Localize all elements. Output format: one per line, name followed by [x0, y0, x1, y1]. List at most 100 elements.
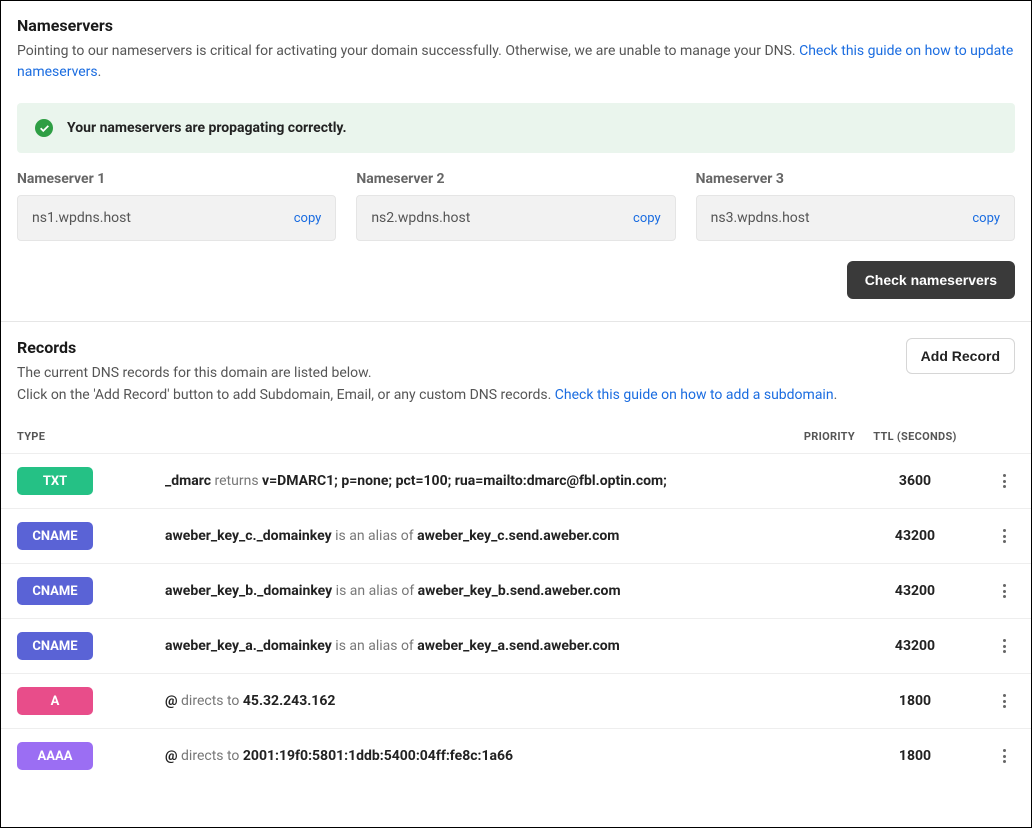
header-ttl: TTL (SECONDS) — [855, 430, 975, 443]
record-name: _dmarc — [165, 473, 211, 489]
record-actions — [975, 470, 1015, 492]
record-type-badge: CNAME — [17, 522, 93, 550]
record-content: @ directs to 2001:19f0:5801:1ddb:5400:04… — [129, 748, 765, 764]
record-content: @ directs to 45.32.243.162 — [129, 693, 765, 709]
record-ttl: 3600 — [855, 473, 975, 489]
record-ttl: 1800 — [855, 693, 975, 709]
record-type-cell: A — [17, 687, 129, 715]
record-name: aweber_key_c._domainkey — [165, 528, 332, 544]
record-ttl: 43200 — [855, 583, 975, 599]
nameserver-2: Nameserver 2 ns2.wpdns.host copy — [356, 171, 675, 241]
record-row: A @ directs to 45.32.243.162 1800 — [1, 673, 1031, 728]
record-type-cell: CNAME — [17, 522, 129, 550]
record-ttl: 43200 — [855, 528, 975, 544]
record-type-cell: TXT — [17, 467, 129, 495]
record-type-badge: CNAME — [17, 632, 93, 660]
record-verb: is an alias of — [332, 638, 417, 654]
record-value: aweber_key_a.send.aweber.com — [417, 638, 620, 654]
record-verb: directs to — [178, 693, 243, 709]
records-table-body: TXT _dmarc returns v=DMARC1; p=none; pct=… — [1, 453, 1031, 783]
record-actions — [975, 690, 1015, 712]
record-value: 45.32.243.162 — [243, 693, 336, 709]
kebab-menu-icon[interactable] — [993, 690, 1015, 712]
records-title: Records — [17, 338, 837, 357]
record-ttl: 1800 — [855, 748, 975, 764]
record-actions — [975, 525, 1015, 547]
record-verb: returns — [211, 473, 262, 489]
nameservers-desc-text: Pointing to our nameservers is critical … — [17, 43, 799, 59]
record-verb: is an alias of — [332, 583, 417, 599]
nameserver-1-box: ns1.wpdns.host copy — [17, 195, 336, 241]
nameservers-section: Nameservers Pointing to our nameservers … — [1, 1, 1031, 321]
record-value: 2001:19f0:5801:1ddb:5400:04ff:fe8c:1a66 — [243, 748, 513, 764]
record-row: CNAME aweber_key_b._domainkey is an alias… — [1, 563, 1031, 618]
records-header: Records The current DNS records for this… — [1, 322, 1031, 418]
record-type-badge: CNAME — [17, 577, 93, 605]
records-line2: Click on the 'Add Record' button to add … — [17, 385, 837, 407]
kebab-menu-icon[interactable] — [993, 635, 1015, 657]
record-verb: is an alias of — [332, 528, 417, 544]
nameserver-3: Nameserver 3 ns3.wpdns.host copy — [696, 171, 1015, 241]
record-name: @ — [165, 693, 178, 709]
header-priority: PRIORITY — [765, 430, 855, 443]
nameserver-3-box: ns3.wpdns.host copy — [696, 195, 1015, 241]
nameserver-1: Nameserver 1 ns1.wpdns.host copy — [17, 171, 336, 241]
nameserver-2-copy[interactable]: copy — [633, 211, 661, 226]
record-content: aweber_key_a._domainkey is an alias of a… — [129, 638, 765, 654]
record-value: aweber_key_c.send.aweber.com — [417, 528, 619, 544]
kebab-menu-icon[interactable] — [993, 525, 1015, 547]
record-value: aweber_key_b.send.aweber.com — [418, 583, 621, 599]
record-type-badge: A — [17, 687, 93, 715]
add-record-button[interactable]: Add Record — [906, 338, 1015, 374]
nameservers-description: Pointing to our nameservers is critical … — [17, 41, 1015, 83]
record-name: aweber_key_b._domainkey — [165, 583, 332, 599]
kebab-menu-icon[interactable] — [993, 580, 1015, 602]
nameservers-alert-text: Your nameservers are propagating correct… — [67, 120, 347, 136]
nameserver-3-label: Nameserver 3 — [696, 171, 1015, 187]
records-line1: The current DNS records for this domain … — [17, 363, 837, 385]
record-value: v=DMARC1; p=none; pct=100; rua=mailto:dm… — [262, 473, 667, 489]
record-content: aweber_key_b._domainkey is an alias of a… — [129, 583, 765, 599]
records-line2-prefix: Click on the 'Add Record' button to add … — [17, 387, 555, 403]
record-row: CNAME aweber_key_c._domainkey is an alias… — [1, 508, 1031, 563]
nameserver-3-copy[interactable]: copy — [972, 211, 1000, 226]
nameservers-desc-suffix: . — [98, 64, 102, 80]
record-actions — [975, 745, 1015, 767]
record-actions — [975, 580, 1015, 602]
record-row: CNAME aweber_key_a._domainkey is an alias… — [1, 618, 1031, 673]
record-type-badge: TXT — [17, 467, 93, 495]
header-type: TYPE — [17, 430, 129, 443]
records-guide-link[interactable]: Check this guide on how to add a subdoma… — [555, 387, 834, 403]
record-row: TXT _dmarc returns v=DMARC1; p=none; pct=… — [1, 453, 1031, 508]
header-content — [129, 430, 765, 443]
nameservers-title: Nameservers — [17, 16, 1015, 35]
record-type-cell: CNAME — [17, 632, 129, 660]
records-table-header: TYPE PRIORITY TTL (SECONDS) — [1, 418, 1031, 453]
record-content: aweber_key_c._domainkey is an alias of a… — [129, 528, 765, 544]
nameserver-2-box: ns2.wpdns.host copy — [356, 195, 675, 241]
nameserver-2-label: Nameserver 2 — [356, 171, 675, 187]
nameserver-1-copy[interactable]: copy — [294, 211, 322, 226]
check-nameservers-row: Check nameservers — [17, 261, 1015, 321]
record-type-badge: AAAA — [17, 742, 93, 770]
check-nameservers-button[interactable]: Check nameservers — [847, 261, 1015, 299]
record-type-cell: AAAA — [17, 742, 129, 770]
record-type-cell: CNAME — [17, 577, 129, 605]
header-actions — [975, 430, 1015, 443]
records-line2-suffix: . — [834, 387, 838, 403]
nameserver-fields: Nameserver 1 ns1.wpdns.host copy Nameser… — [17, 171, 1015, 241]
record-verb: directs to — [178, 748, 243, 764]
nameserver-1-value: ns1.wpdns.host — [32, 210, 131, 226]
kebab-menu-icon[interactable] — [993, 745, 1015, 767]
records-header-text: Records The current DNS records for this… — [17, 338, 837, 406]
record-ttl: 43200 — [855, 638, 975, 654]
check-circle-icon — [35, 119, 53, 137]
kebab-menu-icon[interactable] — [993, 470, 1015, 492]
nameservers-alert: Your nameservers are propagating correct… — [17, 103, 1015, 153]
record-row: AAAA @ directs to 2001:19f0:5801:1ddb:540… — [1, 728, 1031, 783]
record-actions — [975, 635, 1015, 657]
record-content: _dmarc returns v=DMARC1; p=none; pct=100… — [129, 473, 765, 489]
nameserver-3-value: ns3.wpdns.host — [711, 210, 810, 226]
record-name: aweber_key_a._domainkey — [165, 638, 332, 654]
nameserver-1-label: Nameserver 1 — [17, 171, 336, 187]
